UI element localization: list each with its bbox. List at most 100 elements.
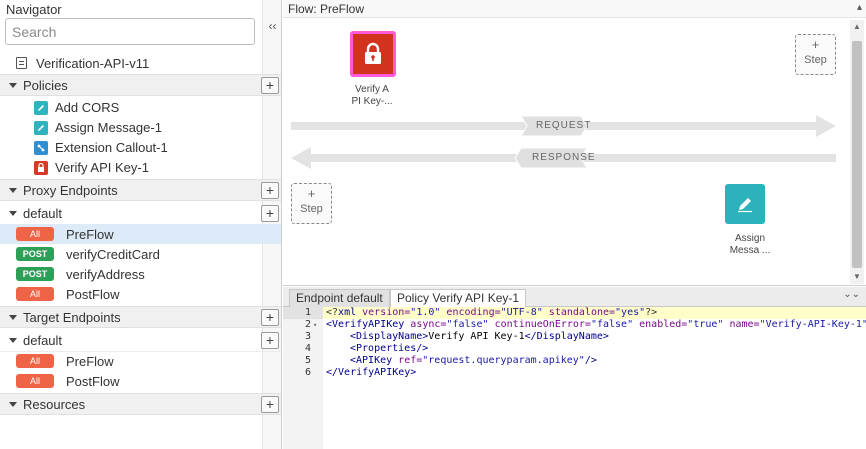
step-label: Step: [804, 54, 827, 66]
line-number: 2: [304, 319, 311, 330]
lock-icon: [365, 42, 381, 64]
proxy-default-label: default: [23, 206, 63, 221]
line-number: 6: [304, 367, 311, 378]
flow-label: verifyAddress: [66, 266, 145, 282]
tab-endpoint-default[interactable]: Endpoint default: [289, 289, 390, 307]
flow-item-target-preflow[interactable]: All PreFlow: [0, 351, 281, 371]
policy-label: Extension Callout-1: [55, 140, 168, 155]
collapse-navigator-button[interactable]: ‹‹: [264, 19, 281, 33]
document-icon: [16, 57, 27, 69]
proxy-root-item[interactable]: Verification-API-v11: [16, 54, 262, 72]
code-line-1: <?xml version="1.0" encoding="UTF-8" sta…: [323, 307, 866, 319]
add-request-step-button[interactable]: + Step: [795, 34, 836, 75]
flow-label: PreFlow: [66, 226, 114, 242]
expand-triangle-icon[interactable]: [9, 338, 17, 343]
line-number: 4: [304, 343, 311, 354]
scroll-up-icon[interactable]: ▲: [852, 22, 862, 32]
flow-item-verify-credit-card[interactable]: POST verifyCreditCard: [0, 244, 281, 264]
flow-label: verifyCreditCard: [66, 246, 160, 262]
target-endpoints-label: Target Endpoints: [23, 309, 121, 325]
proxy-endpoints-section-header[interactable]: Proxy Endpoints +: [0, 179, 281, 201]
plus-icon: +: [307, 186, 316, 201]
request-policy-verify-api-key[interactable]: [350, 31, 396, 77]
response-policy-assign-message[interactable]: [725, 184, 765, 224]
callout-icon: [34, 140, 48, 155]
lock-icon: [34, 160, 48, 175]
add-flow-button[interactable]: +: [261, 332, 279, 349]
code-line-3: <DisplayName>Verify API Key-1</DisplayNa…: [350, 331, 609, 342]
line-number-gutter: 1 2 ▾ 3 4 5 6: [283, 307, 323, 449]
caption-line: Assign: [734, 233, 765, 244]
code-line-4: <Properties/>: [350, 343, 429, 354]
request-policy-caption: Verify A PI Key-...: [337, 84, 407, 108]
add-target-endpoint-button[interactable]: +: [261, 309, 279, 326]
code-line-2: <VerifyAPIKey async="false" continueOnEr…: [326, 319, 866, 330]
target-default-endpoint-header[interactable]: default +: [0, 330, 281, 352]
policy-item-extension-callout[interactable]: Extension Callout-1: [34, 138, 262, 157]
expand-triangle-icon[interactable]: [9, 314, 17, 320]
editor-tabbar: Endpoint default Policy Verify API Key-1…: [283, 287, 866, 307]
verb-badge: POST: [16, 267, 54, 281]
flow-scrollbar[interactable]: ▲ ▼: [850, 20, 864, 284]
proxy-endpoints-label: Proxy Endpoints: [23, 182, 118, 198]
expand-triangle-icon[interactable]: [9, 211, 17, 216]
code-editor-panel: Endpoint default Policy Verify API Key-1…: [283, 287, 866, 449]
tab-policy-verify-api-key[interactable]: Policy Verify API Key-1: [390, 289, 527, 307]
flow-label: PreFlow: [66, 353, 114, 369]
scroll-up-arrow-icon[interactable]: ▴: [857, 2, 862, 13]
add-resource-button[interactable]: +: [261, 396, 279, 413]
flow-label: PostFlow: [66, 373, 120, 389]
expand-triangle-icon[interactable]: [9, 401, 17, 407]
plus-icon: +: [811, 37, 820, 52]
policy-label: Add CORS: [55, 100, 120, 115]
flow-canvas: Flow: PreFlow ▴ Verify A PI Key-... + St…: [283, 0, 866, 286]
add-response-step-button[interactable]: + Step: [291, 183, 332, 224]
request-label: REQUEST: [536, 120, 592, 131]
policy-item-add-cors[interactable]: Add CORS: [34, 98, 262, 117]
response-policy-caption: Assign Messa ...: [715, 233, 785, 257]
flow-title-bar: [283, 0, 866, 18]
edit-icon: [34, 120, 48, 135]
collapse-editor-icon[interactable]: ⌄⌄: [843, 289, 860, 300]
step-label: Step: [300, 203, 323, 215]
proxy-default-endpoint-header[interactable]: default +: [0, 203, 281, 225]
flow-item-proxy-preflow[interactable]: All PreFlow: [0, 224, 281, 244]
flow-item-target-postflow[interactable]: All PostFlow: [0, 371, 281, 391]
policies-label: Policies: [23, 77, 68, 93]
expand-triangle-icon[interactable]: [9, 82, 17, 88]
expand-triangle-icon[interactable]: [9, 187, 17, 193]
response-label: RESPONSE: [532, 152, 596, 163]
caption-line: Messa ...: [729, 245, 771, 256]
line-number: 1: [283, 307, 323, 319]
add-flow-button[interactable]: +: [261, 205, 279, 222]
fold-arrow-icon[interactable]: ▾: [313, 319, 317, 331]
flow-title: Flow: PreFlow: [288, 2, 365, 16]
line-number: 3: [304, 331, 311, 342]
resources-label: Resources: [23, 396, 86, 412]
policies-section-header[interactable]: Policies +: [0, 74, 281, 96]
target-endpoints-section-header[interactable]: Target Endpoints +: [0, 306, 281, 328]
policy-item-verify-api-key[interactable]: Verify API Key-1: [34, 158, 262, 177]
xml-code-area[interactable]: 1 2 ▾ 3 4 5 6 <?xml version="1.0" encodi…: [283, 307, 866, 449]
resources-section-header[interactable]: Resources +: [0, 393, 281, 415]
code-line-5: <APIKey ref="request.queryparam.apikey"/…: [350, 355, 597, 366]
line-number: 5: [304, 355, 311, 366]
flow-item-proxy-postflow[interactable]: All PostFlow: [0, 284, 281, 304]
scrollbar-thumb[interactable]: [852, 41, 862, 268]
flow-item-verify-address[interactable]: POST verifyAddress: [0, 264, 281, 284]
target-default-label: default: [23, 333, 63, 348]
edit-icon: [738, 198, 752, 213]
navigator-panel: Navigator ‹‹ Verification-API-v11 Polici…: [0, 0, 282, 449]
add-policy-button[interactable]: +: [261, 77, 279, 94]
policy-item-assign-message[interactable]: Assign Message-1: [34, 118, 262, 137]
verb-badge: POST: [16, 247, 54, 261]
verb-badge: All: [16, 354, 54, 368]
proxy-name: Verification-API-v11: [36, 55, 150, 71]
flow-label: PostFlow: [66, 286, 120, 302]
caption-line: PI Key-...: [351, 96, 393, 107]
add-proxy-endpoint-button[interactable]: +: [261, 182, 279, 199]
verb-badge: All: [16, 287, 54, 301]
code-line-6: </VerifyAPIKey>: [326, 367, 417, 378]
search-input[interactable]: [5, 18, 255, 45]
scroll-down-icon[interactable]: ▼: [852, 272, 862, 282]
